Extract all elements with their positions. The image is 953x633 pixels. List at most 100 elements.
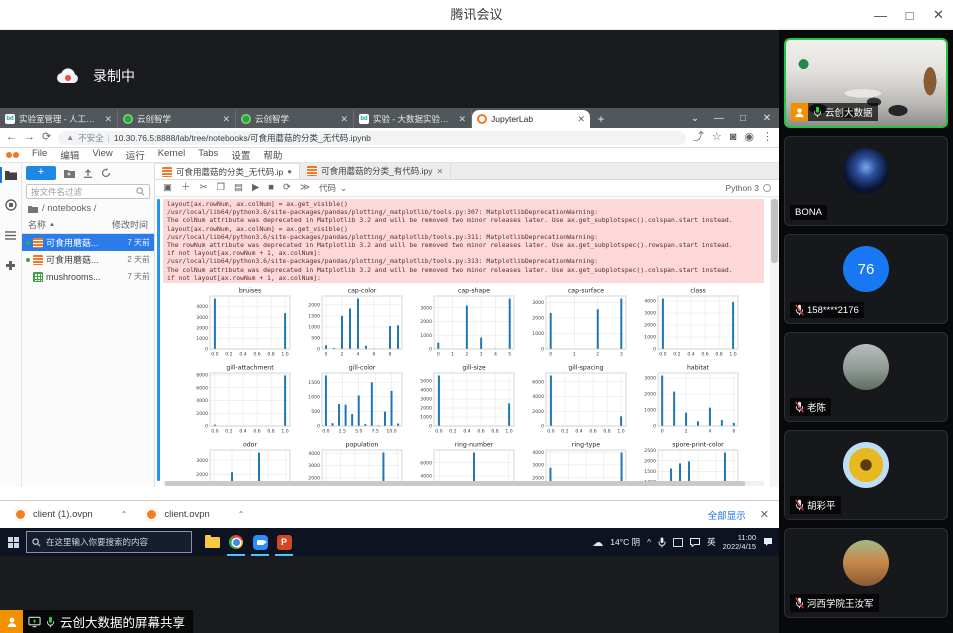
chrome-tab-0[interactable]: bd实验室管理 - 人工智能实验平台✕ <box>0 110 118 128</box>
menu-4[interactable]: Kernel <box>158 148 185 162</box>
start-button[interactable] <box>0 528 26 556</box>
menu-5[interactable]: Tabs <box>198 148 218 162</box>
maximize-button[interactable]: □ <box>895 0 924 30</box>
menu-7[interactable]: 帮助 <box>263 148 282 162</box>
chrome-menu-icon[interactable]: ⋮ <box>762 132 773 143</box>
chrome-tab-3[interactable]: bd实验 - 大数据实验平台✕ <box>354 110 472 128</box>
restart-kernel-icon[interactable]: ⟳ <box>283 183 291 193</box>
tab-search-icon[interactable]: ⌄ <box>683 108 707 128</box>
search-icon <box>136 187 145 196</box>
running-kernels-icon[interactable] <box>4 198 18 212</box>
profile-avatar-icon[interactable]: ◙ <box>730 132 737 143</box>
svg-text:2000: 2000 <box>532 409 544 415</box>
stop-icon[interactable]: ■ <box>268 183 274 193</box>
menu-6[interactable]: 设置 <box>231 148 250 162</box>
cut-icon[interactable]: ✂ <box>200 183 208 193</box>
microphone-tray-icon[interactable] <box>658 537 666 548</box>
tab-close-icon[interactable]: ✕ <box>458 114 466 125</box>
participant-tile[interactable]: 胡彩平 <box>784 430 948 520</box>
doc-tab-1[interactable]: 可食用蘑菇的分类_有代码.ipy✕ <box>300 163 451 179</box>
run-icon[interactable]: ▶ <box>252 183 259 193</box>
restart-run-all-icon[interactable]: ≫ <box>300 183 310 193</box>
breadcrumb[interactable]: / notebooks / <box>22 200 154 217</box>
tab-close-icon[interactable]: ✕ <box>577 114 585 125</box>
download-caret-icon[interactable]: ⌃ <box>121 510 128 519</box>
doc-tab-close-icon[interactable]: ✕ <box>437 167 444 176</box>
chrome-taskbar-icon[interactable] <box>224 528 248 556</box>
chrome-tab-1[interactable]: 云创智学✕ <box>118 110 236 128</box>
download-item-1[interactable]: client.ovpn⌃ <box>141 501 258 528</box>
chrome-tab-2[interactable]: 云创智学✕ <box>236 110 354 128</box>
new-launcher-button[interactable]: + <box>26 166 56 180</box>
action-center-icon[interactable] <box>763 537 773 547</box>
cell-type-dropdown[interactable]: 代码 ⌄ <box>319 182 347 194</box>
notebook-content[interactable]: layout[ax.rowNum, ax.colNum] = ax.get_vi… <box>155 197 779 487</box>
extensions-icon[interactable] <box>4 258 18 272</box>
file-list-header[interactable]: 名称 ▲ 修改时间 <box>22 217 154 234</box>
chrome-minimize-button[interactable]: — <box>707 108 731 128</box>
participant-tile[interactable]: 76158****2176 <box>784 234 948 324</box>
display-tray-icon[interactable] <box>673 538 683 547</box>
file-row[interactable]: 可食用蘑菇...2 天前 <box>22 251 154 268</box>
close-button[interactable]: ✕ <box>924 0 953 30</box>
new-tab-button[interactable]: + <box>590 110 612 128</box>
kernel-name[interactable]: Python 3 <box>725 183 759 193</box>
ime-indicator[interactable]: 英 <box>707 536 716 548</box>
tab-close-icon[interactable]: ✕ <box>340 114 348 125</box>
chrome-maximize-button[interactable]: □ <box>731 108 755 128</box>
taskbar-clock[interactable]: 11:00 2022/4/15 <box>723 533 756 552</box>
share-icon[interactable]: ⤴ <box>693 132 704 143</box>
menu-2[interactable]: View <box>92 148 112 162</box>
chrome-tab-4[interactable]: JupyterLab✕ <box>472 110 590 128</box>
filter-files-input[interactable]: 按文件名过滤 <box>26 184 150 199</box>
forward-icon[interactable]: → <box>24 132 35 143</box>
chat-tray-icon[interactable] <box>690 538 700 547</box>
downloads-close-icon[interactable]: ✕ <box>760 508 769 521</box>
back-icon[interactable]: ← <box>6 132 17 143</box>
tray-expand-icon[interactable]: ^ <box>647 537 651 547</box>
svg-text:0.0: 0.0 <box>211 429 218 435</box>
menu-0[interactable]: File <box>32 148 47 162</box>
upload-icon[interactable] <box>83 168 93 178</box>
vertical-scrollbar[interactable] <box>770 197 779 487</box>
histogram-grid-output: 010002000300040000.00.20.40.60.81.0bruis… <box>185 285 747 485</box>
tencent-meeting-taskbar-icon[interactable] <box>248 528 272 556</box>
powerpoint-taskbar-icon[interactable]: P <box>272 528 296 556</box>
tab-close-icon[interactable]: ✕ <box>104 114 112 125</box>
chrome-close-button[interactable]: ✕ <box>755 108 779 128</box>
menu-1[interactable]: 编辑 <box>60 148 79 162</box>
bookmark-star-icon[interactable]: ☆ <box>712 132 722 143</box>
reload-icon[interactable]: ⟳ <box>42 132 51 143</box>
tab-close-icon[interactable]: ✕ <box>222 114 230 125</box>
participant-tile[interactable]: 老陈 <box>784 332 948 422</box>
add-cell-icon[interactable]: ＋ <box>181 183 191 193</box>
refresh-icon[interactable] <box>101 168 111 178</box>
menu-3[interactable]: 运行 <box>126 148 145 162</box>
svg-text:0.0: 0.0 <box>547 429 554 435</box>
save-icon[interactable]: ▣ <box>163 183 172 193</box>
file-browser-icon[interactable] <box>4 168 18 182</box>
taskbar-search-input[interactable]: 在这里输入你要搜索的内容 <box>26 531 192 553</box>
file-row[interactable]: mushrooms...7 天前 <box>22 268 154 285</box>
participant-tile[interactable]: 云创大数据 <box>784 38 948 128</box>
histogram-spore-print-color: 0500100015002000250002468spore-print-col… <box>633 439 745 485</box>
new-folder-icon[interactable] <box>64 169 75 178</box>
weather-label[interactable]: 14°C 阴 <box>610 536 640 548</box>
table-of-contents-icon[interactable] <box>4 228 18 242</box>
user-icon[interactable]: ◉ <box>744 132 754 143</box>
svg-text:1: 1 <box>451 352 454 358</box>
address-bar[interactable]: ▲ 不安全 | 10.30.76.5:8888/lab/tree/noteboo… <box>58 131 686 145</box>
horizontal-scrollbar[interactable] <box>163 481 764 486</box>
doc-tab-0[interactable]: 可食用蘑菇的分类_无代码.ip● <box>155 163 300 179</box>
participant-tile[interactable]: 河西学院王汝军 <box>784 528 948 618</box>
download-item-0[interactable]: client (1).ovpn⌃ <box>10 501 141 528</box>
file-explorer-icon[interactable] <box>200 528 224 556</box>
minimize-button[interactable]: — <box>866 0 895 30</box>
file-row[interactable]: 可食用蘑菇...7 天前 <box>22 234 154 251</box>
svg-text:2000: 2000 <box>196 325 208 331</box>
download-caret-icon[interactable]: ⌃ <box>238 510 245 519</box>
show-all-downloads-button[interactable]: 全部显示 <box>708 508 746 522</box>
participant-tile[interactable]: BONA <box>784 136 948 226</box>
paste-icon[interactable]: ▤ <box>234 183 243 193</box>
copy-icon[interactable]: ❐ <box>216 183 225 193</box>
